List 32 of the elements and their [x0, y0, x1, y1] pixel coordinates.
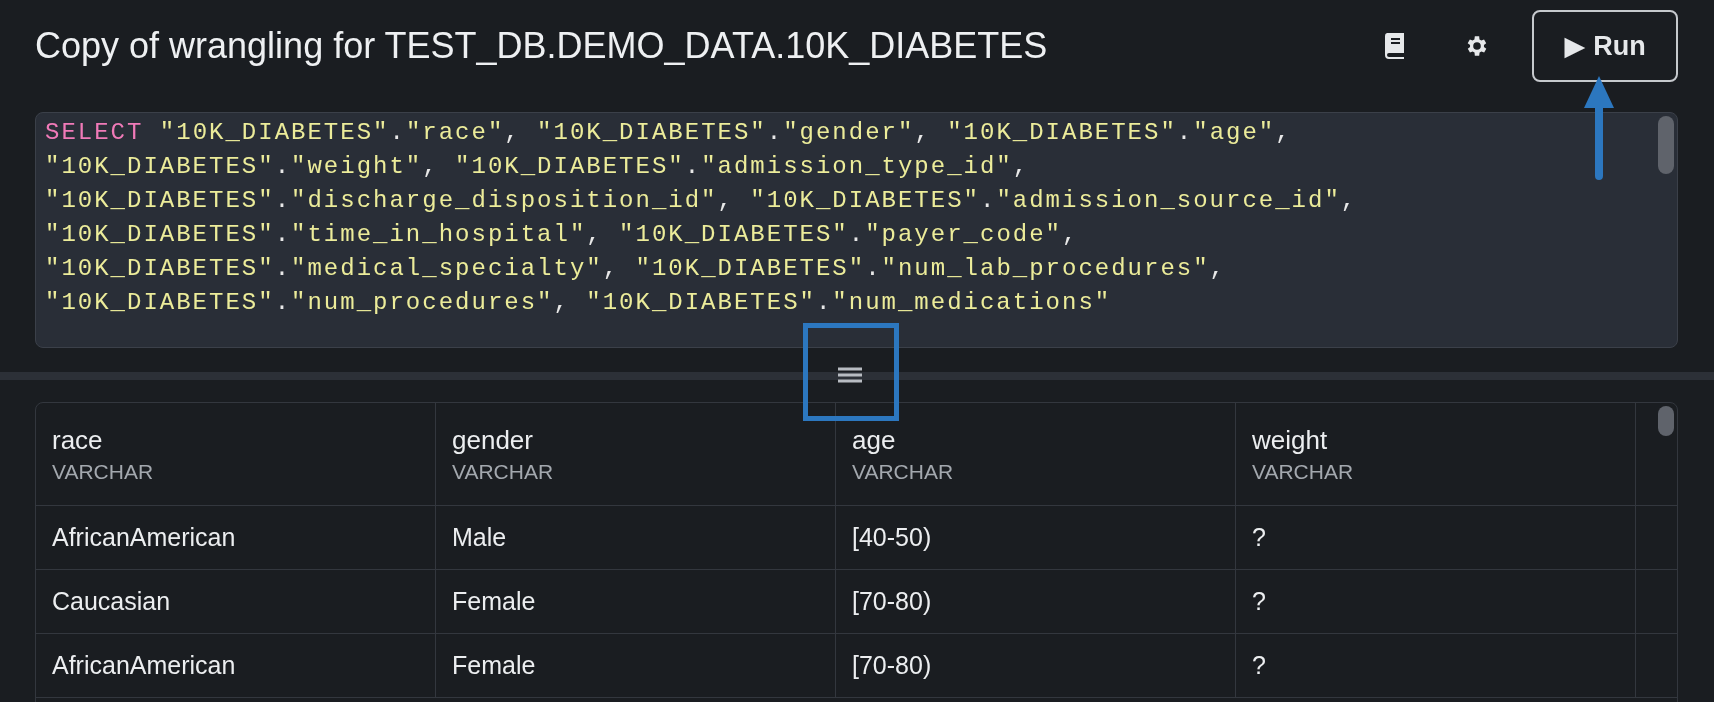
- table-cell: ?: [1236, 506, 1636, 570]
- table-cell: Female: [436, 570, 836, 634]
- code-line: "10K_DIABETES"."num_procedures", "10K_DIABETES"."num_medications": [45, 288, 1113, 318]
- column-type: VARCHAR: [852, 460, 955, 484]
- table-cell: [70-80): [836, 634, 1236, 698]
- code-line: "10K_DIABETES"."time_in_hospital", "10K_DIABETES"."payer_code",: [45, 220, 1080, 250]
- column-type: VARCHAR: [52, 460, 155, 484]
- table-cell: ?: [1236, 570, 1636, 634]
- drag-handle-icon[interactable]: [838, 367, 862, 383]
- column-type: VARCHAR: [452, 460, 555, 484]
- code-line: "10K_DIABETES"."weight", "10K_DIABETES"."admission_type_id",: [45, 152, 1031, 182]
- table-cell: Male: [436, 506, 836, 570]
- run-button[interactable]: ▶ Run: [1532, 10, 1678, 82]
- table-cell: AfricanAmerican: [36, 634, 436, 698]
- table-cell: Caucasian: [36, 570, 436, 634]
- scrollbar-thumb[interactable]: [1658, 406, 1674, 436]
- table-cell: [40-50): [836, 506, 1236, 570]
- page-title: Copy of wrangling for TEST_DB.DEMO_DATA.10K_DIABETES: [35, 25, 1049, 67]
- table-cell: [70-80): [836, 570, 1236, 634]
- column-name: race: [52, 425, 104, 456]
- table-cell: Female: [436, 634, 836, 698]
- table-cell: ?: [1236, 634, 1636, 698]
- column-type: VARCHAR: [1252, 460, 1355, 484]
- code-line: "10K_DIABETES"."medical_specialty", "10K_DIABETES"."num_lab_procedures",: [45, 254, 1227, 284]
- column-name: weight: [1252, 425, 1329, 456]
- code-line: SELECT "10K_DIABETES"."race", "10K_DIABETES"."gender", "10K_DIABETES"."age",: [45, 118, 1293, 148]
- table-cell: AfricanAmerican: [36, 506, 436, 570]
- column-name: gender: [452, 425, 534, 456]
- sql-editor[interactable]: [35, 112, 1678, 348]
- scrollbar-thumb[interactable]: [1658, 116, 1674, 174]
- code-line: "10K_DIABETES"."discharge_disposition_id", "10K_DIABETES"."admission_source_id",: [45, 186, 1359, 216]
- column-name: age: [852, 425, 897, 456]
